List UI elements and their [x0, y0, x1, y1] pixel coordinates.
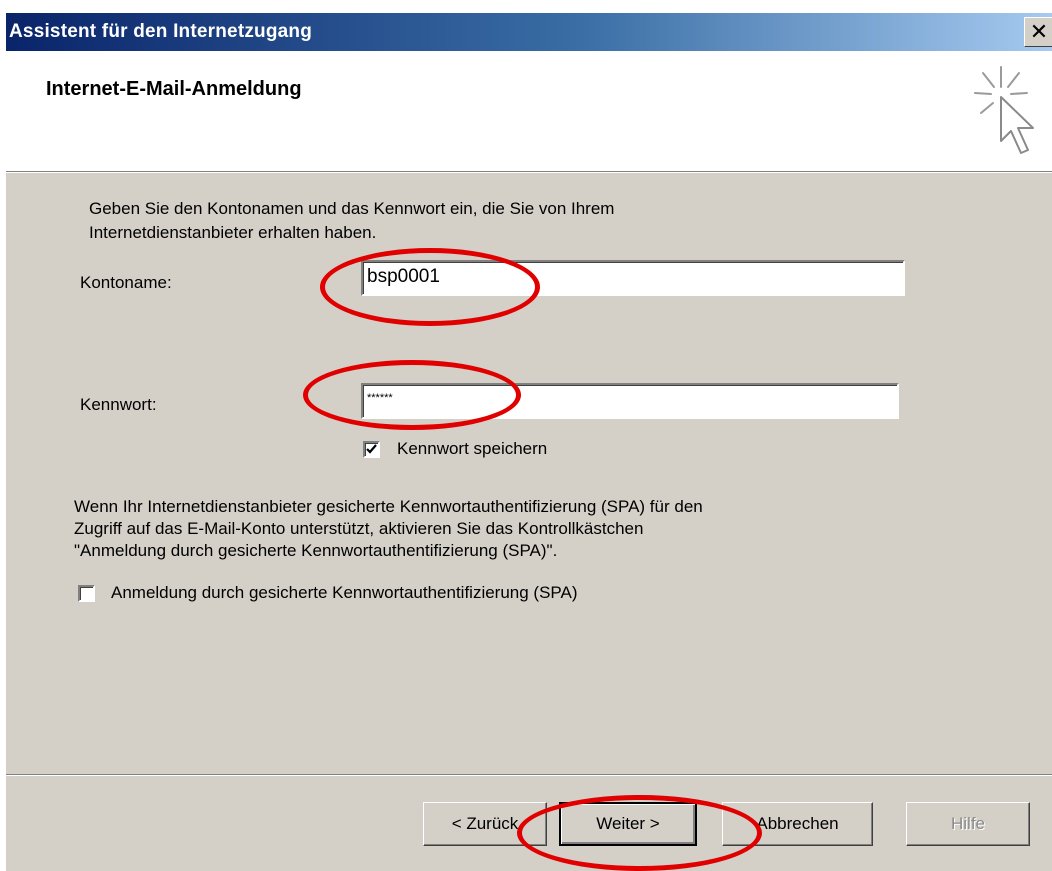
- cancel-button[interactable]: Abbrechen: [722, 802, 873, 846]
- close-icon: ✕: [1029, 19, 1049, 44]
- spa-info-line-1: Wenn Ihr Internetdienstanbieter gesicher…: [74, 497, 703, 516]
- wizard-header: Internet-E-Mail-Anmeldung: [6, 51, 1052, 172]
- window-title: Assistent für den Internetzugang: [9, 21, 313, 42]
- next-button[interactable]: Weiter >: [559, 802, 697, 846]
- password-input[interactable]: ******: [361, 383, 899, 419]
- intro-line-1: Geben Sie den Kontonamen und das Kennwor…: [89, 199, 615, 218]
- close-button[interactable]: ✕: [1024, 17, 1052, 47]
- page-title: Internet-E-Mail-Anmeldung: [46, 78, 302, 100]
- wizard-sparkle-cursor-icon: [974, 66, 1034, 154]
- account-name-input[interactable]: bsp0001: [361, 260, 905, 296]
- wizard-dialog: Assistent für den Internetzugang ✕ Inter…: [6, 13, 1052, 871]
- password-label: Kennwort:: [80, 395, 157, 414]
- back-button[interactable]: < Zurück: [423, 802, 547, 846]
- spa-checkbox-label[interactable]: Anmeldung durch gesicherte Kennwortauthe…: [111, 581, 578, 605]
- account-name-label: Kontoname:: [80, 273, 172, 292]
- save-password-label[interactable]: Kennwort speichern: [397, 437, 547, 461]
- button-separator: [6, 774, 1052, 776]
- save-password-checkbox[interactable]: [363, 441, 380, 458]
- checkmark-icon: [366, 444, 377, 454]
- title-bar[interactable]: Assistent für den Internetzugang ✕: [6, 13, 1052, 51]
- help-button[interactable]: Hilfe: [906, 802, 1030, 846]
- intro-line-2: Internetdienstanbieter erhalten haben.: [89, 223, 377, 242]
- spa-checkbox[interactable]: [78, 585, 95, 602]
- spa-info-line-2: Zugriff auf das E-Mail-Konto unterstützt…: [74, 519, 644, 538]
- spa-info-line-3: "Anmeldung durch gesicherte Kennwortauth…: [74, 541, 558, 560]
